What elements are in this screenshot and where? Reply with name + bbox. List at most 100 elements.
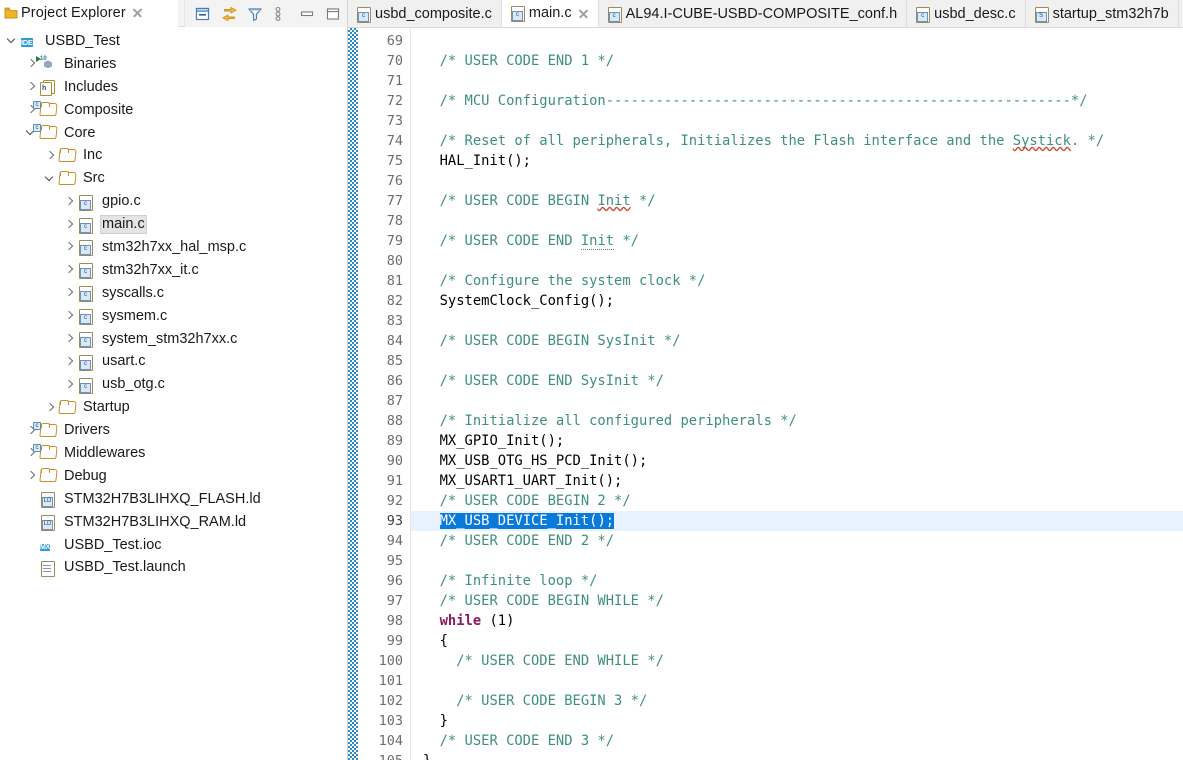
chevron-right-icon[interactable] [61,191,78,213]
close-icon[interactable] [578,8,589,19]
code-line[interactable]: MX_GPIO_Init(); [411,431,1183,451]
code-line[interactable]: /* USER CODE BEGIN WHILE */ [411,591,1183,611]
project-tree[interactable]: IDE USBD_Test Binaries h Includes c Composite c… [0,27,347,760]
tree-item-middlewares[interactable]: c Middlewares [0,442,347,465]
editor-tab-al94-i-cube-usbd-composite-conf-h[interactable]: AL94.I-CUBE-USBD-COMPOSITE_conf.h [598,0,908,27]
minimize-icon[interactable] [299,6,315,22]
tree-item-stm32h7xx-hal-msp-c[interactable]: stm32h7xx_hal_msp.c [0,236,347,259]
tree-item-debug[interactable]: Debug [0,465,347,488]
code-line[interactable]: /* USER CODE END WHILE */ [411,651,1183,671]
editor-tab-main-c[interactable]: main.c [501,0,599,27]
code-line[interactable]: /* USER CODE END Init */ [411,231,1183,251]
chevron-right-icon[interactable] [23,76,40,98]
chevron-right-icon[interactable] [61,259,78,281]
tree-item-gpio-c[interactable]: gpio.c [0,190,347,213]
tree-item-usb-otg-c[interactable]: usb_otg.c [0,373,347,396]
tree-item-core[interactable]: c Core [0,122,347,145]
tree-item-startup[interactable]: Startup [0,396,347,419]
tree-item-usbd-test-ioc[interactable]: MX USBD_Test.ioc [0,534,347,557]
code-line[interactable]: /* USER CODE END SysInit */ [411,371,1183,391]
tree-item-includes[interactable]: h Includes [0,76,347,99]
code-line[interactable]: } [411,751,1183,760]
tree-item-usart-c[interactable]: usart.c [0,350,347,373]
code-line[interactable]: HAL_Init(); [411,151,1183,171]
code-line[interactable] [411,71,1183,91]
code-line[interactable] [411,171,1183,191]
editor-tab-startup-stm32h7b[interactable]: startup_stm32h7b [1025,0,1179,27]
tree-item-stm32h7xx-it-c[interactable]: stm32h7xx_it.c [0,259,347,282]
chevron-right-icon[interactable] [42,145,59,167]
code-line[interactable]: /* USER CODE BEGIN Init */ [411,191,1183,211]
code-line[interactable]: while (1) [411,611,1183,631]
code-line[interactable]: /* Reset of all peripherals, Initializes… [411,131,1183,151]
project-explorer-tab[interactable]: Project Explorer [0,0,149,27]
code-line[interactable] [411,671,1183,691]
collapse-all-icon[interactable] [195,6,211,22]
code-line[interactable]: /* USER CODE END 3 */ [411,731,1183,751]
close-icon[interactable] [132,7,143,18]
code-line[interactable]: SystemClock_Config(); [411,291,1183,311]
code-line[interactable]: MX_USART1_UART_Init(); [411,471,1183,491]
tree-item-stm32h7b3lihxq-flash-ld[interactable]: STM32H7B3LIHXQ_FLASH.ld [0,488,347,511]
tree-item-main-c[interactable]: main.c [0,213,347,236]
code-line[interactable]: } [411,711,1183,731]
tree-item-composite[interactable]: c Composite [0,99,347,122]
line-number: 88 [386,413,403,429]
editor-tab-usbd-composite-c[interactable]: usbd_composite.c [348,0,502,27]
chevron-right-icon[interactable] [61,328,78,350]
code-text[interactable]: /* USER CODE END 1 */ /* MCU Configurati… [411,28,1183,760]
code-line[interactable]: MX_USB_DEVICE_Init(); [411,511,1183,531]
code-line[interactable]: /* USER CODE BEGIN SysInit */ [411,331,1183,351]
code-line[interactable]: /* USER CODE END 1 */ [411,51,1183,71]
link-with-editor-icon[interactable] [221,6,237,22]
code-line[interactable]: /* USER CODE END 2 */ [411,531,1183,551]
code-line[interactable]: /* Configure the system clock */ [411,271,1183,291]
code-line[interactable] [411,551,1183,571]
source-editor[interactable]: 69 70 71 72 73 74 75 76 77 78 79 80 81 82 83 84 85 86 87 88… [348,28,1183,760]
filter-icon[interactable] [247,6,263,22]
chevron-right-icon[interactable] [61,236,78,258]
tree-item-system-stm32h7xx-c[interactable]: system_stm32h7xx.c [0,328,347,351]
line-number: 95 [386,553,403,569]
chevron-down-icon[interactable] [42,168,59,190]
code-line[interactable]: /* USER CODE BEGIN 3 */ [411,691,1183,711]
code-line[interactable] [411,311,1183,331]
code-line[interactable] [411,111,1183,131]
tree-item-usbd-test[interactable]: IDE USBD_Test [0,30,347,53]
code-line[interactable] [411,211,1183,231]
chevron-right-icon[interactable] [61,351,78,373]
editor-tab-usbd-desc-c[interactable]: usbd_desc.c [907,0,1026,27]
tree-item-usbd-test-launch[interactable]: USBD_Test.launch [0,556,347,579]
tree-item-syscalls-c[interactable]: syscalls.c [0,282,347,305]
line-number: 78 [386,213,403,229]
code-line[interactable] [411,351,1183,371]
chevron-down-icon[interactable] [4,30,21,52]
editor-tab-bar[interactable]: usbd_composite.c main.c AL94.I-CUBE-USBD-C… [348,0,1183,28]
code-line[interactable] [411,251,1183,271]
chevron-right-icon[interactable] [42,397,59,419]
code-token: /* Infinite loop */ [423,573,598,589]
tree-item-src[interactable]: Src [0,167,347,190]
tree-item-binaries[interactable]: Binaries [0,53,347,76]
code-line[interactable]: /* MCU Configuration--------------------… [411,91,1183,111]
code-token: } [423,713,448,729]
code-line[interactable]: /* Initialize all configured peripherals… [411,411,1183,431]
code-line[interactable]: { [411,631,1183,651]
chevron-right-icon[interactable] [61,214,78,236]
line-number: 76 [386,173,403,189]
code-line[interactable]: /* USER CODE BEGIN 2 */ [411,491,1183,511]
tree-item-stm32h7b3lihxq-ram-ld[interactable]: STM32H7B3LIHXQ_RAM.ld [0,511,347,534]
maximize-icon[interactable] [325,6,341,22]
chevron-right-icon[interactable] [23,465,40,487]
code-line[interactable] [411,391,1183,411]
code-line[interactable]: /* Infinite loop */ [411,571,1183,591]
chevron-right-icon[interactable] [61,374,78,396]
tree-item-inc[interactable]: Inc [0,144,347,167]
code-line[interactable] [411,31,1183,51]
code-line[interactable]: MX_USB_OTG_HS_PCD_Init(); [411,451,1183,471]
tree-item-sysmem-c[interactable]: sysmem.c [0,305,347,328]
view-menu-icon[interactable] [273,6,289,22]
chevron-right-icon[interactable] [61,282,78,304]
tree-item-drivers[interactable]: c Drivers [0,419,347,442]
chevron-right-icon[interactable] [61,305,78,327]
